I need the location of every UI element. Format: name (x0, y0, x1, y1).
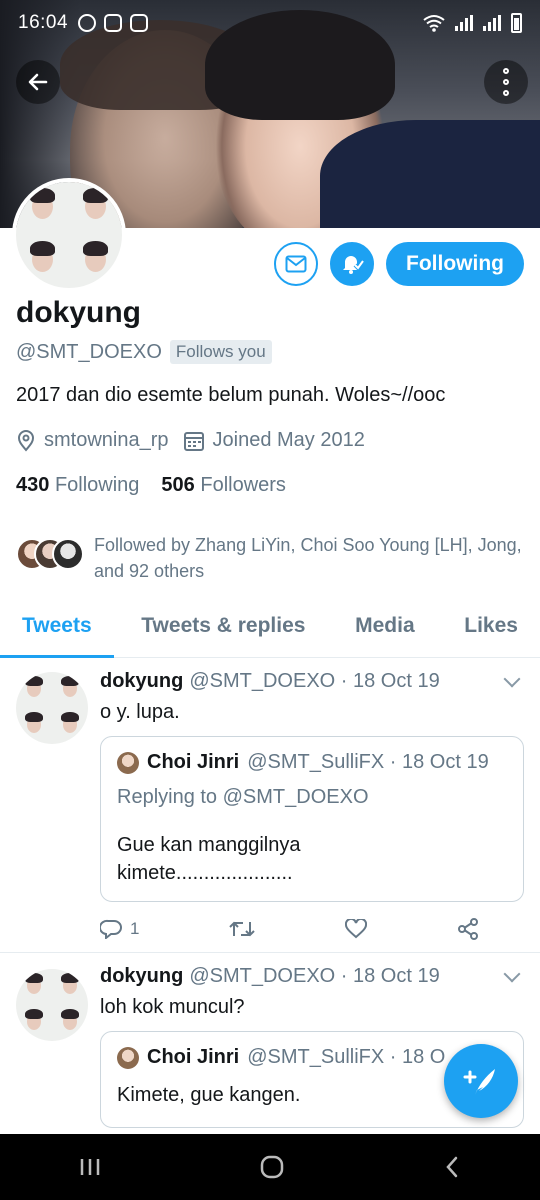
retweet-icon (229, 921, 256, 937)
more-vertical-icon (503, 68, 509, 96)
app-notification-icon (130, 14, 149, 32)
followed-by-section[interactable]: Followed by Zhang LiYin, Choi Soo Young … (16, 532, 524, 584)
quoted-avatar (117, 1046, 139, 1069)
quoted-avatar (117, 751, 139, 774)
tweet-text: loh kok muncul? (100, 996, 245, 1018)
status-bar: 16:04 (0, 0, 540, 46)
back-button[interactable] (16, 60, 60, 104)
following-label: Following (54, 474, 140, 496)
profile-info: dokyung @SMT_DOEXO Follows you 2017 dan … (16, 296, 524, 497)
tab-media[interactable]: Media (355, 600, 415, 657)
chevron-down-icon[interactable] (503, 965, 521, 982)
tweet[interactable]: dokyung @SMT_DOEXO · 18 Oct 19 o y. lupa… (0, 658, 540, 953)
more-options-button[interactable] (484, 60, 528, 104)
profile-tabs: Tweets Tweets & replies Media Likes (0, 600, 540, 658)
compose-icon (463, 1069, 495, 1095)
wifi-icon (423, 15, 445, 32)
tab-likes[interactable]: Likes (464, 600, 518, 657)
home-icon[interactable] (259, 1154, 285, 1180)
notifications-button[interactable] (330, 242, 375, 286)
following-count-link[interactable]: 430 Following (16, 474, 139, 497)
reply-icon (100, 919, 122, 939)
following-button[interactable]: Following (386, 242, 524, 286)
followed-by-text: Followed by Zhang LiYin, Choi Soo Young … (94, 535, 522, 581)
status-time: 16:04 (18, 12, 69, 33)
mail-icon (285, 255, 307, 273)
tweet-author-name: dokyung (100, 670, 184, 692)
reply-button[interactable]: 1 (100, 919, 139, 939)
retweet-button[interactable] (229, 919, 256, 939)
back-nav-icon[interactable] (442, 1155, 462, 1179)
recent-apps-icon[interactable] (78, 1156, 102, 1178)
profile-location[interactable]: smtownina_rp (44, 429, 169, 452)
followers-count-link[interactable]: 506 Followers (161, 474, 286, 497)
bell-icon (343, 256, 365, 274)
share-icon (458, 918, 479, 940)
location-icon (17, 429, 35, 452)
battery-icon (511, 13, 522, 33)
quoted-handle-date: @SMT_SulliFX · 18 Oct 19 (247, 751, 489, 773)
tweet-handle-date: @SMT_DOEXO · 18 Oct 19 (189, 670, 440, 692)
tweet-avatar[interactable] (16, 672, 88, 744)
tweet-author-name: dokyung (100, 965, 184, 987)
tab-tweets[interactable]: Tweets (0, 600, 114, 658)
profile-avatar[interactable] (12, 178, 126, 292)
replying-to: Replying to @SMT_DOEXO (117, 786, 369, 808)
followed-by-avatars (16, 538, 86, 578)
instagram-icon (104, 14, 123, 32)
tab-tweets-replies[interactable]: Tweets & replies (141, 600, 305, 657)
quoted-handle-date: @SMT_SulliFX · 18 O (247, 1046, 446, 1068)
notification-icons (78, 14, 149, 32)
signal-icon-2 (483, 15, 501, 31)
like-button[interactable] (345, 919, 368, 939)
quoted-tweet[interactable]: Choi Jinri @SMT_SulliFX · 18 Oct 19 Repl… (100, 736, 524, 902)
profile-handle: @SMT_DOEXO (16, 340, 162, 363)
profile-joined-date: Joined May 2012 (212, 429, 365, 451)
quoted-text-line: kimete..................... (117, 862, 293, 884)
quoted-author-name: Choi Jinri (147, 1046, 240, 1068)
compose-tweet-button[interactable] (444, 1044, 518, 1118)
message-button[interactable] (274, 242, 319, 286)
back-arrow-icon (28, 73, 48, 91)
share-button[interactable] (457, 918, 479, 940)
chevron-down-icon[interactable] (503, 670, 521, 687)
system-navigation-bar (0, 1134, 540, 1200)
following-count: 430 (16, 474, 50, 496)
avatar (52, 538, 84, 570)
tweet-text: o y. lupa. (100, 701, 180, 723)
profile-bio: 2017 dan dio esemte belum punah. Woles~/… (16, 384, 446, 406)
quoted-author-name: Choi Jinri (147, 751, 240, 773)
follows-you-badge: Follows you (169, 340, 272, 364)
profile-actions: Following (274, 242, 524, 286)
like-icon (345, 919, 368, 939)
calendar-icon (183, 431, 204, 451)
reply-count: 1 (130, 919, 140, 938)
whatsapp-icon (78, 14, 97, 32)
followers-label: Followers (200, 474, 286, 496)
tweet-avatar[interactable] (16, 969, 88, 1041)
tweet-actions: 1 (100, 918, 524, 940)
system-indicators (423, 13, 522, 33)
followers-count: 506 (161, 474, 195, 496)
profile-name: dokyung (16, 296, 141, 329)
tweet-handle-date: @SMT_DOEXO · 18 Oct 19 (189, 965, 440, 987)
quoted-text-line: Gue kan manggilnya (117, 834, 301, 856)
signal-icon (455, 15, 473, 31)
